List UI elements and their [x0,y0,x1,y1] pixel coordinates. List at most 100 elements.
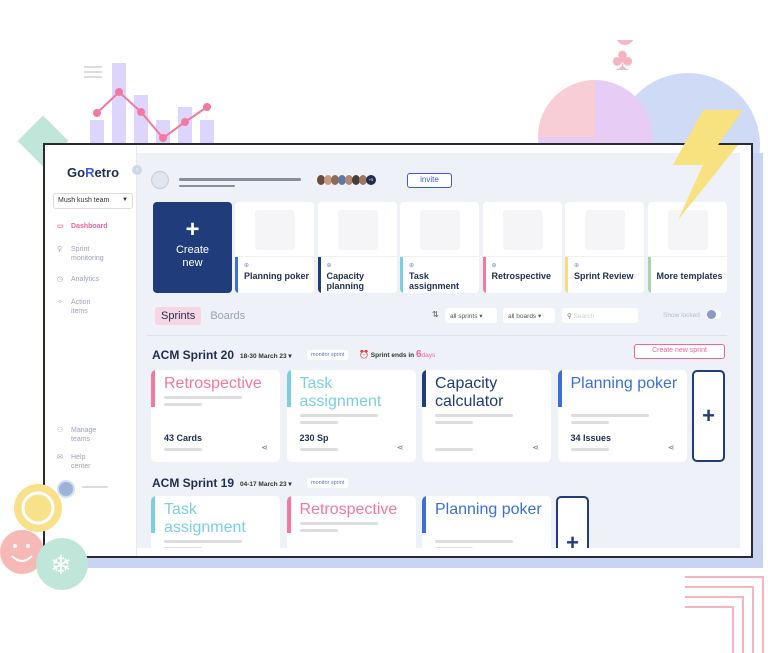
board-card[interactable]: Task assignment 230 Sp ⋖ [286,370,416,462]
svg-text:❄: ❄ [50,550,72,580]
board-card[interactable]: Retrospective [286,496,416,548]
tab-sprints[interactable]: Sprints [155,307,202,325]
sidebar-item-help-center[interactable]: ✉ Help center [57,453,101,471]
clock-icon: ◷ [57,276,64,283]
template-card[interactable]: ⊕ Task assignment [400,202,479,293]
sidebar-item-manage-teams[interactable]: ⚇ Manage teams [57,426,101,444]
divider [147,335,727,336]
board-card[interactable]: Task assignment [151,496,280,548]
help-icon: ✉ [57,454,63,461]
board-count: 34 Issues [570,433,612,443]
sidebar-item-sprint-monitoring[interactable]: ⚲ Sprint monitoring [57,245,111,263]
add-icon: ⊕ [326,263,332,269]
sprint-title: ACM Sprint 19 [152,476,235,490]
lightning-decoration [673,110,743,220]
emoji-decoration: ❄ [0,484,88,590]
template-label: ⊕ Planning poker [235,256,314,293]
accent-bar [151,370,155,407]
alarm-icon: ⏰ [359,350,369,359]
accent-bar [557,370,562,407]
show-locked-label: Show locked [663,312,700,319]
add-icon: ⊕ [244,263,250,269]
board-card[interactable]: Planning poker 34 Issues ⋖ [557,370,687,462]
sidebar-item-analytics[interactable]: ◷ Analytics [57,275,99,284]
board-count: 230 Sp [299,433,329,443]
add-board-button[interactable]: + [692,370,725,462]
monitor-sprint-button[interactable]: monitor sprint [307,478,349,488]
invite-button[interactable]: invite [407,173,452,188]
collapse-sidebar-button[interactable]: ‹ [132,165,142,175]
board-card[interactable]: Capacity calculator ⋖ [422,370,551,462]
share-icon[interactable]: ⋖ [261,443,268,452]
sprint-dates[interactable]: 18-30 March 23 ▾ [240,352,292,360]
accent-bar [422,496,426,533]
title-placeholder [179,178,301,181]
member-avatars[interactable]: +5 [317,175,376,185]
board-card[interactable]: Retrospective 43 Cards ⋖ [151,370,280,462]
svg-text:♣: ♣ [612,41,633,77]
template-label: ⊕ Retrospective [482,256,562,293]
action-icon: ✧ [57,299,63,306]
chevron-down-icon: ▼ [122,197,128,203]
tab-boards[interactable]: Boards [204,307,251,325]
board-title: Capacity calculator [435,375,504,410]
add-icon: ⊕ [491,263,497,269]
board-avatar[interactable] [151,171,169,189]
show-locked-toggle[interactable] [707,310,721,319]
lines-decoration [685,576,764,653]
board-count: 43 Cards [164,433,203,443]
main-content: +5 invite + Create new ⊕ Planning poker ⊕ C… [137,153,740,548]
template-preview [502,210,543,250]
create-new-sprint-button[interactable]: Create new sprint [634,344,725,359]
template-card[interactable]: ⊕ Planning poker [235,202,314,293]
share-icon[interactable]: ⋖ [668,443,675,452]
search-input[interactable]: ⚲ Search [562,308,638,323]
sidebar-item-dashboard[interactable]: ▭ Dashboard [57,222,108,231]
sort-icon[interactable]: ⇅ [432,310,439,319]
template-label: ⊕ Task assignment [400,256,479,293]
add-board-button[interactable]: + [556,496,589,548]
create-new-button[interactable]: + Create new [153,202,232,293]
template-card[interactable]: ⊕ Retrospective [482,202,562,293]
template-card[interactable]: ⊕ Sprint Review [565,202,644,293]
app-window: GoRetro ‹ Mush kush team ▼ ▭ Dashboard ⚲ Sp… [43,143,753,558]
sidebar-item-action-items[interactable]: ✧ Action items [57,298,101,316]
accent-bar [286,496,291,533]
board-title: Retrospective [299,501,398,518]
board-title: Retrospective [164,375,262,392]
sprint-ends: ⏰ Sprint ends in 6days [359,349,436,360]
accent-bar [151,496,155,533]
share-icon[interactable]: ⋖ [397,443,404,452]
template-preview [585,210,625,250]
add-icon: ⊕ [574,263,580,269]
board-title: Task assignment [299,375,382,410]
team-select[interactable]: Mush kush team ▼ [53,193,133,209]
sprint-dates[interactable]: 04-17 March 23 ▾ [240,480,292,488]
template-label: ⊕ Sprint Review [565,256,644,293]
bar-chart-decoration [84,63,214,145]
monitor-sprint-button[interactable]: monitor sprint [307,350,349,360]
boards-filter[interactable]: all boards ▾ [503,308,555,323]
logo: GoRetro [67,165,120,180]
accent-bar [422,370,426,407]
template-preview [337,210,378,250]
teams-icon: ⚇ [57,427,64,434]
subtitle-placeholder [179,185,235,187]
search-icon: ⚲ [567,313,572,320]
board-title: Planning poker [435,501,542,518]
board-card[interactable]: Planning poker [422,496,551,548]
dashboard-icon: ▭ [57,223,64,230]
plus-icon: + [185,216,200,243]
template-card[interactable]: ⊕ Capacity planning [317,202,397,293]
tabs: Sprints Boards [155,307,251,325]
monitor-icon: ⚲ [57,246,63,253]
template-label: More templates [647,256,727,293]
add-icon: ⊕ [409,263,415,269]
accent-bar [286,370,291,407]
template-preview [255,210,295,250]
sprints-filter[interactable]: all sprints ▾ [445,308,497,323]
template-label: ⊕ Capacity planning [317,256,397,293]
board-title: Task assignment [164,501,246,536]
template-preview [420,210,460,250]
share-icon[interactable]: ⋖ [532,443,539,452]
